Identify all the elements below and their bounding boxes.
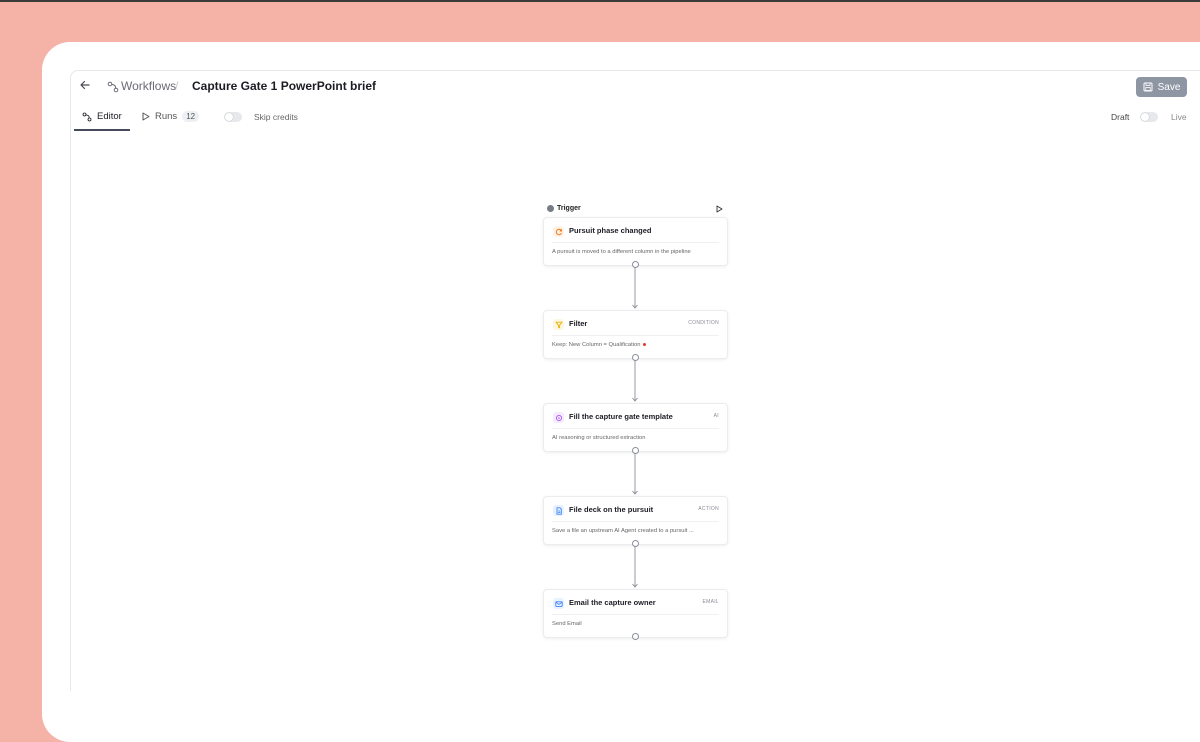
workflow-editor-app: Workflows / Capture Gate 1 PowerPoint br…: [70, 70, 1200, 691]
node-tag: ACTION: [698, 506, 719, 512]
node-output-port[interactable]: [632, 633, 639, 640]
trigger-header: Trigger: [547, 205, 581, 212]
draft-live-toggle[interactable]: [1140, 112, 1158, 122]
run-trigger-play-icon[interactable]: [716, 205, 723, 213]
play-icon: [142, 112, 150, 121]
edge-arrow: [632, 360, 638, 402]
workflow-node-email[interactable]: Email the capture owner EMAIL Send Email: [543, 589, 728, 638]
tab-runs-label: Runs: [155, 111, 178, 122]
node-title: Email the capture owner: [569, 598, 656, 607]
filter-rule-text: Keep: New Column = Qualification: [552, 342, 641, 348]
save-label: Save: [1157, 81, 1181, 93]
save-disk-icon: [1143, 82, 1153, 92]
trigger-dot-icon: [547, 205, 554, 212]
breadcrumb-separator: /: [175, 79, 179, 93]
edge-arrow: [632, 546, 638, 588]
skip-credits-toggle[interactable]: [224, 112, 242, 122]
filter-icon: [553, 319, 564, 330]
node-title: Pursuit phase changed: [569, 226, 652, 235]
workflow-canvas[interactable]: Trigger Pursuit phase changed A pursuit …: [71, 131, 1200, 691]
workflow-icon: [107, 81, 119, 93]
node-description: AI reasoning or structured extraction: [552, 435, 646, 441]
workflow-node-ai[interactable]: Fill the capture gate template AI AI rea…: [543, 403, 728, 452]
workflow-node-filter[interactable]: Filter CONDITION Keep: New Column = Qual…: [543, 310, 728, 359]
node-output-port[interactable]: [632, 540, 639, 547]
draft-label: Draft: [1111, 112, 1130, 122]
workflow-node-action[interactable]: File deck on the pursuit ACTION Save a f…: [543, 496, 728, 545]
trigger-label: Trigger: [557, 205, 581, 212]
tab-bar: Editor Runs 12 Skip credits Draft Live: [71, 107, 1200, 131]
node-description: Save a file an upstream AI Agent created…: [552, 528, 694, 534]
refresh-icon: [553, 226, 564, 237]
node-divider: [552, 521, 719, 522]
back-button[interactable]: [79, 79, 91, 94]
unsaved-indicator-dot: [643, 342, 647, 346]
tab-editor[interactable]: Editor: [82, 111, 122, 122]
edge-arrow: [632, 267, 638, 309]
live-label: Live: [1171, 112, 1187, 122]
save-button[interactable]: Save: [1136, 77, 1187, 97]
node-tag: EMAIL: [702, 599, 719, 605]
window-top-edge: [0, 0, 1200, 2]
node-output-port[interactable]: [632, 447, 639, 454]
workflow-icon: [82, 112, 92, 121]
node-divider: [552, 614, 719, 615]
node-output-port[interactable]: [632, 354, 639, 361]
page-title: Capture Gate 1 PowerPoint brief: [192, 79, 377, 93]
skip-credits-label: Skip credits: [254, 112, 298, 122]
node-title: File deck on the pursuit: [569, 505, 654, 514]
node-tag: AI: [713, 413, 719, 419]
tab-editor-label: Editor: [97, 111, 122, 122]
node-divider: [552, 242, 719, 243]
node-description: Keep: New Column = Qualification: [552, 342, 647, 348]
node-divider: [552, 335, 719, 336]
mail-icon: [553, 598, 564, 609]
header-bar: Workflows / Capture Gate 1 PowerPoint br…: [71, 71, 1200, 103]
breadcrumb-workflows[interactable]: Workflows: [121, 79, 176, 93]
tab-runs[interactable]: Runs 12: [142, 111, 200, 122]
node-description: A pursuit is moved to a different column…: [552, 249, 691, 255]
node-divider: [552, 428, 719, 429]
workflow-node-trigger[interactable]: Pursuit phase changed A pursuit is moved…: [543, 217, 728, 266]
edge-arrow: [632, 453, 638, 495]
node-output-port[interactable]: [632, 261, 639, 268]
node-title: Filter: [569, 319, 588, 328]
document-icon: [553, 505, 564, 516]
node-tag: CONDITION: [688, 320, 719, 326]
ai-sparkle-icon: [553, 412, 564, 423]
node-description: Send Email: [552, 621, 582, 627]
runs-count-badge: 12: [182, 111, 200, 122]
arrow-left-icon: [80, 80, 90, 90]
node-title: Fill the capture gate template: [569, 412, 673, 421]
